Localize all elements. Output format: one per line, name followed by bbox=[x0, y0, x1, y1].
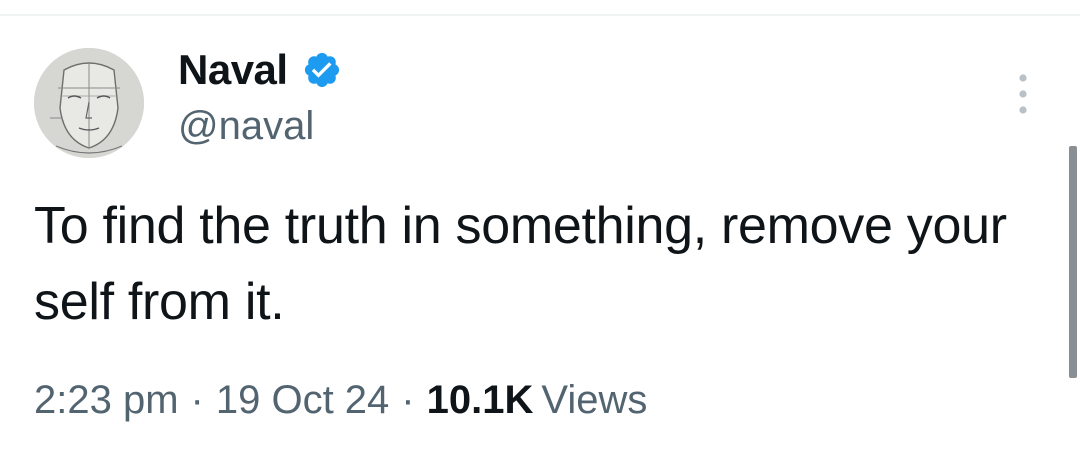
avatar[interactable] bbox=[34, 48, 144, 158]
meta-separator: · bbox=[190, 377, 204, 422]
tweet-time[interactable]: 2:23 pm bbox=[34, 378, 179, 423]
more-options-icon[interactable] bbox=[1008, 68, 1038, 120]
views-count: 10.1K bbox=[426, 377, 534, 422]
scrollbar[interactable] bbox=[1069, 146, 1077, 378]
views-label: Views bbox=[541, 377, 648, 422]
author-name-row: Naval bbox=[178, 42, 342, 98]
avatar-sketch-image bbox=[34, 48, 144, 158]
author-handle[interactable]: @naval bbox=[178, 104, 314, 149]
verified-badge-icon[interactable] bbox=[302, 50, 342, 90]
tweet-meta-row: 2:23 pm · 19 Oct 24 · 10.1K Views bbox=[34, 372, 647, 428]
author-display-name[interactable]: Naval bbox=[178, 46, 288, 94]
tweet[interactable]: Naval @naval To find the truth in someth… bbox=[0, 0, 1080, 461]
tweet-text: To find the truth in something, remove y… bbox=[34, 197, 1007, 331]
meta-separator: · bbox=[401, 377, 415, 422]
tweet-date[interactable]: 19 Oct 24 bbox=[216, 378, 389, 423]
